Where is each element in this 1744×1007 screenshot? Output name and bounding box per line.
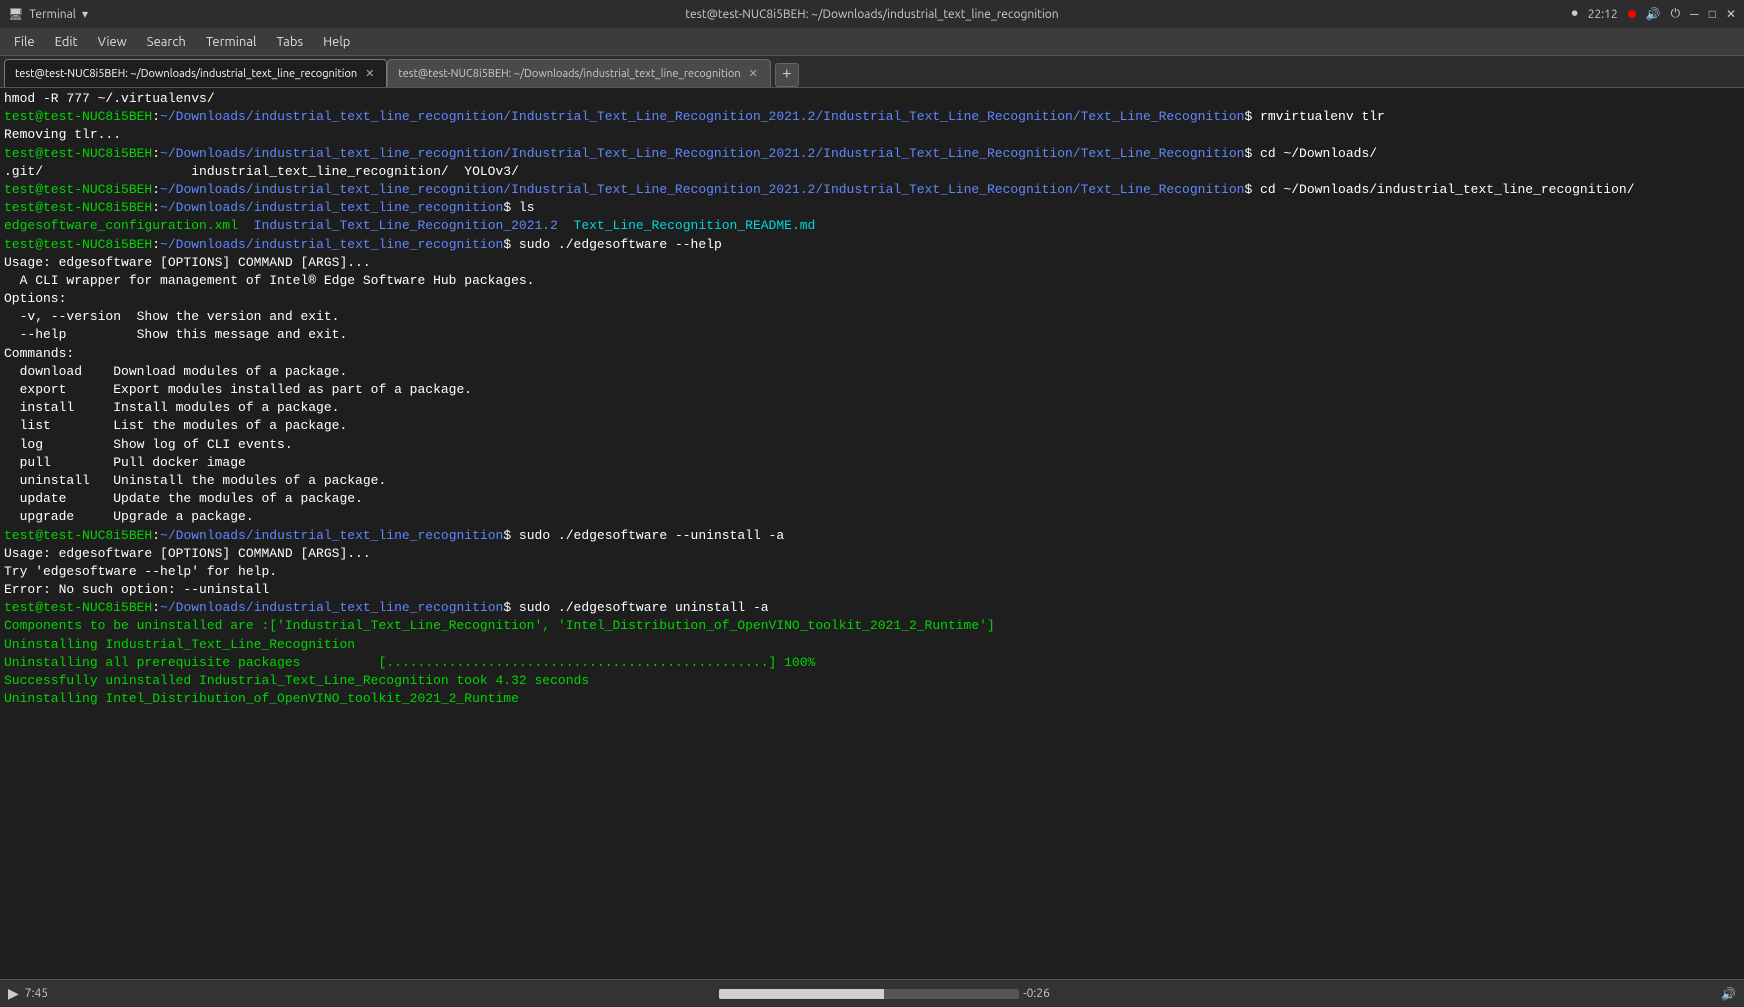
terminal-line: Options:	[4, 290, 1740, 308]
speaker-icon: 🔊	[1646, 7, 1661, 21]
terminal-line: Removing tlr...	[4, 126, 1740, 144]
terminal-line: download Download modules of a package.	[4, 363, 1740, 381]
menu-terminal[interactable]: Terminal	[198, 33, 265, 51]
volume-icon[interactable]: 🔊	[1721, 987, 1736, 1001]
terminal-line: edgesoftware_configuration.xml Industria…	[4, 217, 1740, 235]
terminal-line: Uninstalling Intel_Distribution_of_OpenV…	[4, 690, 1740, 708]
terminal-line: Usage: edgesoftware [OPTIONS] COMMAND [A…	[4, 545, 1740, 563]
window-close[interactable]: ✕	[1726, 7, 1736, 21]
window-title: test@test-NUC8i5BEH: ~/Downloads/industr…	[685, 8, 1058, 21]
terminal-body: hmod -R 777 ~/.virtualenvs/ test@test-NU…	[0, 88, 1744, 979]
system-bar: 🖥 Terminal ▾ test@test-NUC8i5BEH: ~/Down…	[0, 0, 1744, 28]
menu-view[interactable]: View	[90, 33, 135, 51]
terminal-line: -v, --version Show the version and exit.	[4, 308, 1740, 326]
menu-help[interactable]: Help	[315, 33, 358, 51]
play-button[interactable]: ▶	[8, 985, 19, 1002]
status-dot	[1628, 10, 1636, 18]
app-name: Terminal	[29, 8, 76, 21]
progress-bar[interactable]	[719, 989, 1019, 999]
terminal-icon: 🖥	[8, 7, 23, 21]
terminal-line: Uninstalling all prerequisite packages […	[4, 654, 1740, 672]
terminal-line: .git/ industrial_text_line_recognition/ …	[4, 163, 1740, 181]
terminal-line: A CLI wrapper for management of Intel® E…	[4, 272, 1740, 290]
terminal-line: test@test-NUC8i5BEH:~/Downloads/industri…	[4, 236, 1740, 254]
tab-1-close[interactable]: ✕	[363, 66, 376, 81]
terminal-line: pull Pull docker image	[4, 454, 1740, 472]
terminal-line: Usage: edgesoftware [OPTIONS] COMMAND [A…	[4, 254, 1740, 272]
terminal-line: uninstall Uninstall the modules of a pac…	[4, 472, 1740, 490]
terminal-line: test@test-NUC8i5BEH:~/Downloads/industri…	[4, 145, 1740, 163]
tab-1[interactable]: test@test-NUC8i5BEH: ~/Downloads/industr…	[4, 59, 387, 87]
terminal-line: test@test-NUC8i5BEH:~/Downloads/industri…	[4, 199, 1740, 217]
menu-edit[interactable]: Edit	[47, 33, 86, 51]
tab-2-close[interactable]: ✕	[747, 66, 760, 81]
terminal-line: upgrade Upgrade a package.	[4, 508, 1740, 526]
terminal-line: Components to be uninstalled are :['Indu…	[4, 617, 1740, 635]
status-bar: ▶ 7:45 -0:26 🔊	[0, 979, 1744, 1007]
terminal-line: test@test-NUC8i5BEH:~/Downloads/industri…	[4, 527, 1740, 545]
menu-search[interactable]: Search	[139, 33, 194, 51]
terminal-line: Error: No such option: --uninstall	[4, 581, 1740, 599]
terminal-line: install Install modules of a package.	[4, 399, 1740, 417]
terminal-line: export Export modules installed as part …	[4, 381, 1740, 399]
window-maximize[interactable]: □	[1709, 7, 1716, 21]
terminal-line: Successfully uninstalled Industrial_Text…	[4, 672, 1740, 690]
menu-file[interactable]: File	[6, 33, 43, 51]
progress-fill	[719, 989, 884, 999]
record-icon: ⏺	[1572, 7, 1578, 21]
terminal-line: Commands:	[4, 345, 1740, 363]
new-tab-button[interactable]: +	[775, 63, 799, 87]
window-minimize[interactable]: ─	[1690, 7, 1699, 21]
status-center: -0:26	[58, 987, 1711, 1000]
terminal-line: list List the modules of a package.	[4, 417, 1740, 435]
terminal-line: hmod -R 777 ~/.virtualenvs/	[4, 90, 1740, 108]
menu-tabs[interactable]: Tabs	[268, 33, 311, 51]
terminal-line: test@test-NUC8i5BEH:~/Downloads/industri…	[4, 599, 1740, 617]
tab-2[interactable]: test@test-NUC8i5BEH: ~/Downloads/industr…	[387, 59, 770, 87]
terminal-line: --help Show this message and exit.	[4, 326, 1740, 344]
playback-time: 7:45	[25, 987, 48, 1000]
terminal-line: Try 'edgesoftware --help' for help.	[4, 563, 1740, 581]
tab-2-label: test@test-NUC8i5BEH: ~/Downloads/industr…	[398, 68, 740, 80]
terminal-line: log Show log of CLI events.	[4, 436, 1740, 454]
terminal-line: update Update the modules of a package.	[4, 490, 1740, 508]
dropdown-icon: ▾	[82, 7, 88, 21]
power-icon: ⏻	[1671, 7, 1681, 21]
terminal-line: Uninstalling Industrial_Text_Line_Recogn…	[4, 636, 1740, 654]
tab-bar: test@test-NUC8i5BEH: ~/Downloads/industr…	[0, 56, 1744, 88]
time-remaining: -0:26	[1023, 987, 1050, 1000]
terminal-line: test@test-NUC8i5BEH:~/Downloads/industri…	[4, 181, 1740, 199]
time-display: 22:12	[1588, 8, 1618, 21]
tab-1-label: test@test-NUC8i5BEH: ~/Downloads/industr…	[15, 68, 357, 80]
menu-bar: File Edit View Search Terminal Tabs Help	[0, 28, 1744, 56]
status-left: ▶ 7:45	[8, 985, 48, 1002]
status-right: 🔊	[1721, 987, 1736, 1001]
terminal-line: test@test-NUC8i5BEH:~/Downloads/industri…	[4, 108, 1740, 126]
